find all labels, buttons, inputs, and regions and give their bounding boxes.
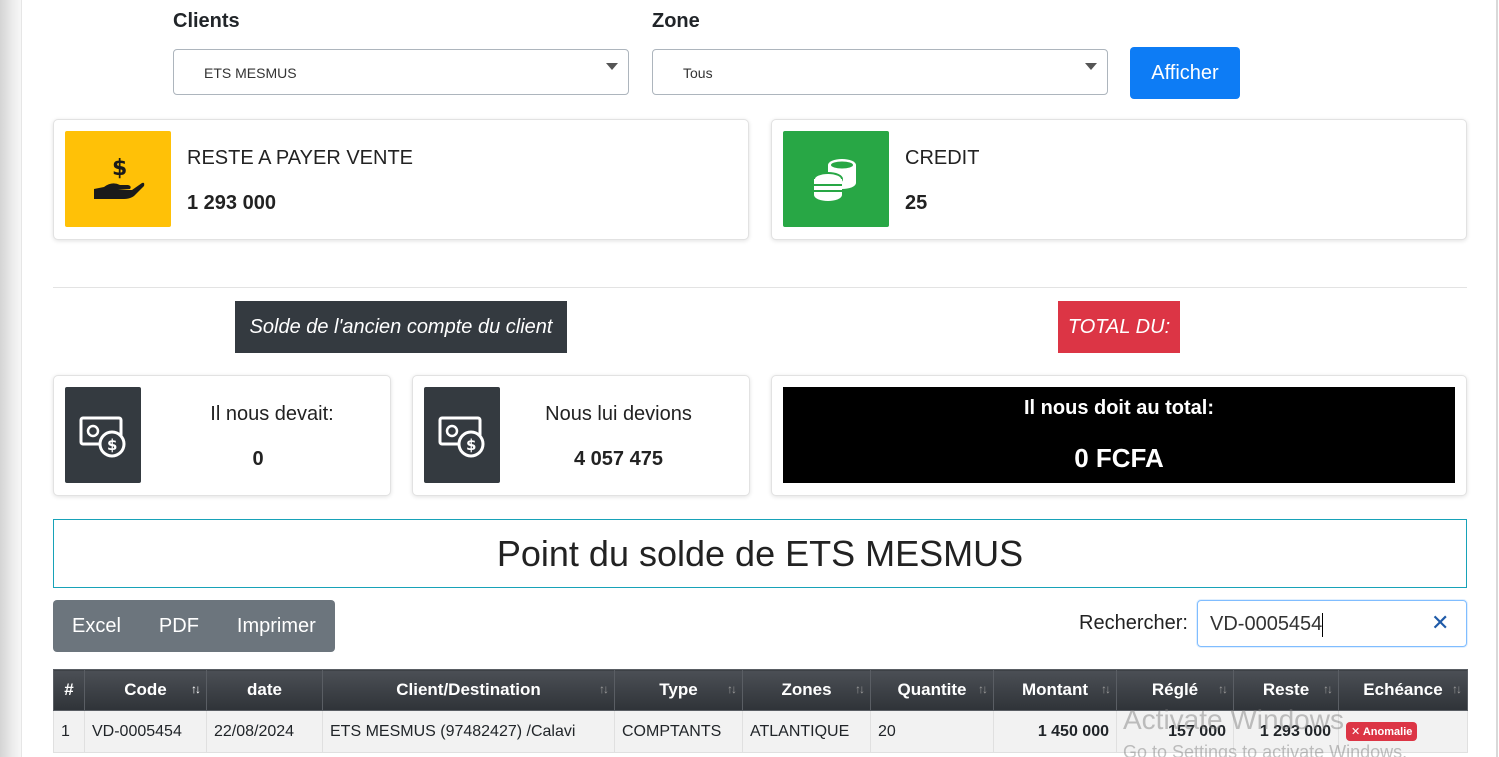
search-input-value: VD-0005454 bbox=[1210, 613, 1323, 635]
activate-windows-subtext: Go to Settings to activate Windows. bbox=[1123, 742, 1408, 757]
pdf-button[interactable]: PDF bbox=[140, 600, 218, 652]
col-header-client[interactable]: Client/Destination ↑↓ bbox=[322, 669, 615, 711]
chevron-down-icon bbox=[606, 63, 618, 70]
anomalie-badge[interactable]: ✕ Anomalie bbox=[1346, 722, 1418, 741]
search-input[interactable]: VD-0005454 bbox=[1197, 600, 1467, 647]
col-header-date[interactable]: date bbox=[206, 669, 323, 711]
clients-label: Clients bbox=[173, 10, 240, 32]
col-header-index[interactable]: # bbox=[53, 669, 85, 711]
devions-card: $ Nous lui devions 4 057 475 bbox=[412, 375, 750, 496]
zone-select[interactable]: Tous bbox=[652, 49, 1108, 95]
money-bill-icon: $ bbox=[65, 387, 141, 483]
cell-quantite: 20 bbox=[870, 710, 994, 753]
credit-value: 25 bbox=[905, 192, 928, 214]
reste-card: $ RESTE A PAYER VENTE 1 293 000 bbox=[53, 119, 749, 240]
sort-icon: ↑↓ bbox=[599, 682, 609, 696]
sort-icon: ↑↓ bbox=[1323, 682, 1333, 696]
reste-value: 1 293 000 bbox=[187, 192, 276, 214]
svg-text:$: $ bbox=[466, 436, 476, 454]
devions-title: Nous lui devions bbox=[545, 403, 692, 425]
cell-index: 1 bbox=[53, 710, 85, 753]
print-button[interactable]: Imprimer bbox=[218, 600, 335, 652]
clients-select[interactable]: ETS MESMUS bbox=[173, 49, 629, 95]
col-header-zones[interactable]: Zones ↑↓ bbox=[742, 669, 871, 711]
cell-client: ETS MESMUS (97482427) /Calavi bbox=[322, 710, 615, 753]
devait-value: 0 bbox=[252, 448, 264, 470]
col-header-echeance[interactable]: Echéance ↑↓ bbox=[1338, 669, 1468, 711]
devions-value: 4 057 475 bbox=[574, 448, 663, 470]
clients-select-value: ETS MESMUS bbox=[204, 65, 297, 81]
devait-card: $ Il nous devait: 0 bbox=[53, 375, 391, 496]
sort-icon: ↑↓ bbox=[191, 682, 201, 696]
col-header-quantite[interactable]: Quantite ↑↓ bbox=[870, 669, 994, 711]
hand-dollar-icon: $ bbox=[65, 131, 171, 227]
cell-zones: ATLANTIQUE bbox=[742, 710, 871, 753]
svg-text:$: $ bbox=[112, 156, 127, 181]
activate-windows-watermark: Activate Windows bbox=[1123, 704, 1344, 735]
coins-icon bbox=[783, 131, 889, 227]
credit-card: CREDIT 25 bbox=[771, 119, 1467, 240]
chevron-down-icon bbox=[1085, 63, 1097, 70]
search-label: Rechercher: bbox=[1079, 612, 1188, 634]
sort-icon: ↑↓ bbox=[1101, 682, 1111, 696]
sort-icon: ↑↓ bbox=[855, 682, 865, 696]
ancien-compte-label: Solde de l'ancien compte du client bbox=[235, 301, 567, 353]
credit-title: CREDIT bbox=[905, 147, 980, 169]
cell-montant: 1 450 000 bbox=[993, 710, 1117, 753]
sort-icon: ↑↓ bbox=[1452, 682, 1462, 696]
divider bbox=[53, 287, 1467, 288]
col-header-code[interactable]: Code ↑↓ bbox=[84, 669, 207, 711]
text-cursor bbox=[1322, 612, 1324, 637]
clear-search-icon[interactable]: ✕ bbox=[1431, 610, 1449, 636]
col-header-montant[interactable]: Montant ↑↓ bbox=[993, 669, 1117, 711]
cell-date: 22/08/2024 bbox=[206, 710, 323, 753]
total-title: Il nous doit au total: bbox=[1024, 397, 1214, 419]
excel-button[interactable]: Excel bbox=[53, 600, 140, 652]
cell-type: COMPTANTS bbox=[614, 710, 743, 753]
sort-icon: ↑↓ bbox=[978, 682, 988, 696]
col-header-type[interactable]: Type ↑↓ bbox=[614, 669, 743, 711]
zone-label: Zone bbox=[652, 10, 700, 32]
afficher-button[interactable]: Afficher bbox=[1130, 47, 1240, 99]
reste-title: RESTE A PAYER VENTE bbox=[187, 147, 413, 169]
sort-icon: ↑↓ bbox=[727, 682, 737, 696]
solde-title: Point du solde de ETS MESMUS bbox=[53, 519, 1467, 588]
total-du-label: TOTAL DU: bbox=[1058, 301, 1180, 353]
money-bill-icon: $ bbox=[424, 387, 500, 483]
zone-select-value: Tous bbox=[683, 65, 713, 81]
svg-text:$: $ bbox=[107, 436, 117, 454]
cell-code: VD-0005454 bbox=[84, 710, 207, 753]
export-button-group: Excel PDF Imprimer bbox=[53, 600, 335, 652]
sort-icon: ↑↓ bbox=[1218, 682, 1228, 696]
total-value: 0 FCFA bbox=[1074, 443, 1164, 473]
total-box: Il nous doit au total: 0 FCFA bbox=[783, 387, 1455, 483]
window-edge bbox=[0, 0, 22, 757]
scrollbar-edge bbox=[1496, 0, 1498, 757]
devait-title: Il nous devait: bbox=[210, 403, 334, 425]
